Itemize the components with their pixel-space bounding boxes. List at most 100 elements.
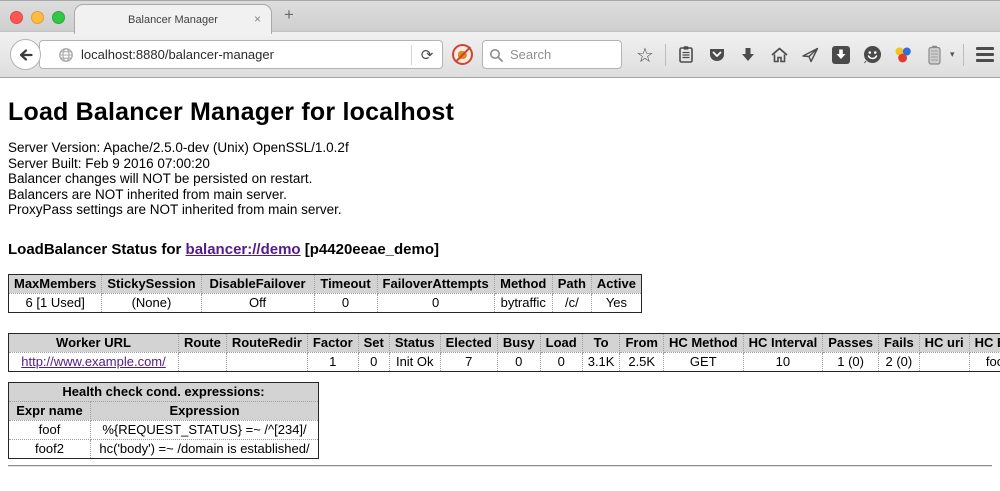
table-row: 6 [1 Used] (None) Off 0 0 bytraffic /c/ … (9, 293, 642, 312)
col-fails: Fails (879, 333, 920, 352)
close-window-button[interactable] (10, 11, 23, 24)
col-hc-uri: HC uri (919, 333, 969, 352)
col-maxmembers: MaxMembers (9, 274, 102, 293)
cell-disablefailover: Off (201, 293, 314, 312)
health-check-table: Health check cond. expressions: Expr nam… (8, 382, 319, 459)
send-plane-icon[interactable] (799, 44, 821, 66)
bottom-divider (8, 465, 992, 467)
search-icon (489, 48, 503, 62)
worker-url-link[interactable]: http://www.example.com/ (21, 354, 166, 369)
col-failoverattempts: FailoverAttempts (377, 274, 494, 293)
pocket-icon[interactable] (706, 44, 728, 66)
col-status: Status (389, 333, 440, 352)
col-busy: Busy (497, 333, 540, 352)
cell-stickysession: (None) (102, 293, 201, 312)
download-icon[interactable] (737, 44, 759, 66)
home-icon[interactable] (768, 44, 790, 66)
cell-from: 2.5K (620, 352, 664, 371)
color-dots-icon[interactable] (892, 44, 914, 66)
status-heading: LoadBalancer Status for balancer://demo … (8, 241, 992, 258)
col-stickysession: StickySession (102, 274, 201, 293)
cell-hc-method: GET (663, 352, 743, 371)
col-set: Set (358, 333, 389, 352)
col-expression: Expression (91, 401, 319, 420)
col-hc-interval: HC Interval (743, 333, 823, 352)
balancer-summary-table: MaxMembers StickySession DisableFailover… (8, 274, 642, 313)
col-path: Path (552, 274, 591, 293)
col-hc-expr: HC Expr (969, 333, 1000, 352)
cell-factor: 1 (307, 352, 358, 371)
cell-failoverattempts: 0 (377, 293, 494, 312)
new-tab-button[interactable]: + (284, 5, 294, 25)
cell-hc-interval: 10 (743, 352, 823, 371)
cell-timeout: 0 (314, 293, 377, 312)
tab-title: Balancer Manager (128, 14, 218, 26)
worker-table: Worker URL Route RouteRedir Factor Set S… (8, 333, 1000, 372)
toolbar-icons: ☆ (634, 44, 955, 66)
col-disablefailover: DisableFailover (201, 274, 314, 293)
minimize-window-button[interactable] (31, 11, 44, 24)
browser-tab[interactable]: Balancer Manager × (74, 4, 272, 34)
cell-elected: 7 (440, 352, 497, 371)
table-header-row: MaxMembers StickySession DisableFailover… (9, 274, 642, 293)
server-info: Server Version: Apache/2.5.0-dev (Unix) … (8, 140, 992, 218)
cell-route (179, 352, 227, 371)
pocket-glyph (708, 46, 726, 64)
col-route: Route (179, 333, 227, 352)
chat-smiley-icon[interactable] (861, 44, 883, 66)
tab-close-icon[interactable]: × (254, 13, 261, 25)
page-title: Load Balancer Manager for localhost (8, 98, 992, 127)
color-dots-glyph (894, 46, 912, 64)
search-bar[interactable] (482, 40, 622, 69)
balancers-note-line: Balancers are NOT inherited from main se… (8, 187, 992, 203)
cell-hc-expr: foof2 (969, 352, 1000, 371)
back-button[interactable] (10, 39, 41, 70)
cell-active: Yes (591, 293, 641, 312)
table-row: http://www.example.com/ 1 0 Init Ok 7 0 … (9, 352, 1000, 371)
page-content: Load Balancer Manager for localhost Serv… (0, 98, 1000, 467)
reload-icon[interactable]: ⟳ (412, 46, 442, 64)
status-heading-prefix: LoadBalancer Status for (8, 241, 181, 258)
cell-hc-uri (919, 352, 969, 371)
menu-icon[interactable] (976, 47, 994, 62)
balancer-demo-link[interactable]: balancer://demo (186, 241, 301, 258)
table-header-row: Health check cond. expressions: (9, 382, 319, 401)
cell-expr-name: foof (9, 420, 91, 439)
addon-download-square (832, 46, 850, 64)
navigation-toolbar: localhost:8880/balancer-manager ⟳ ☆ (0, 32, 1000, 78)
chevron-down-icon[interactable]: ▾ (950, 49, 955, 60)
url-bar[interactable]: localhost:8880/balancer-manager ⟳ (39, 40, 443, 69)
addon-download-icon[interactable] (830, 44, 852, 66)
site-globe-icon (58, 47, 74, 63)
cell-passes: 1 (0) (823, 352, 879, 371)
table-row: foof %{REQUEST_STATUS} =~ /^[234]/ (9, 420, 319, 439)
plugin-blocked-icon[interactable] (452, 44, 473, 65)
battery-icon[interactable] (923, 44, 945, 66)
download-arrow-glyph (739, 46, 757, 64)
col-active: Active (591, 274, 641, 293)
zoom-window-button[interactable] (52, 11, 65, 24)
cell-fails: 2 (0) (879, 352, 920, 371)
clipboard-icon[interactable] (675, 44, 697, 66)
search-input[interactable] (508, 46, 598, 63)
col-hc-method: HC Method (663, 333, 743, 352)
navbar-right-group (963, 44, 1000, 66)
col-timeout: Timeout (314, 274, 377, 293)
cell-set: 0 (358, 352, 389, 371)
cell-busy: 0 (497, 352, 540, 371)
table-header-row: Expr name Expression (9, 401, 319, 420)
hc-table-title: Health check cond. expressions: (9, 382, 319, 401)
smiley-glyph (863, 45, 882, 64)
table-header-row: Worker URL Route RouteRedir Factor Set S… (9, 333, 1000, 352)
col-expr-name: Expr name (9, 401, 91, 420)
col-from: From (620, 333, 664, 352)
cell-routeredir (226, 352, 307, 371)
bookmark-star-icon[interactable]: ☆ (634, 44, 656, 66)
cell-method: bytraffic (494, 293, 552, 312)
table-row: foof2 hc('body') =~ /domain is establish… (9, 439, 319, 458)
cell-to: 3.1K (582, 352, 620, 371)
col-routeredir: RouteRedir (226, 333, 307, 352)
col-factor: Factor (307, 333, 358, 352)
url-input[interactable]: localhost:8880/balancer-manager (81, 47, 411, 62)
toolbar-divider (665, 44, 666, 66)
